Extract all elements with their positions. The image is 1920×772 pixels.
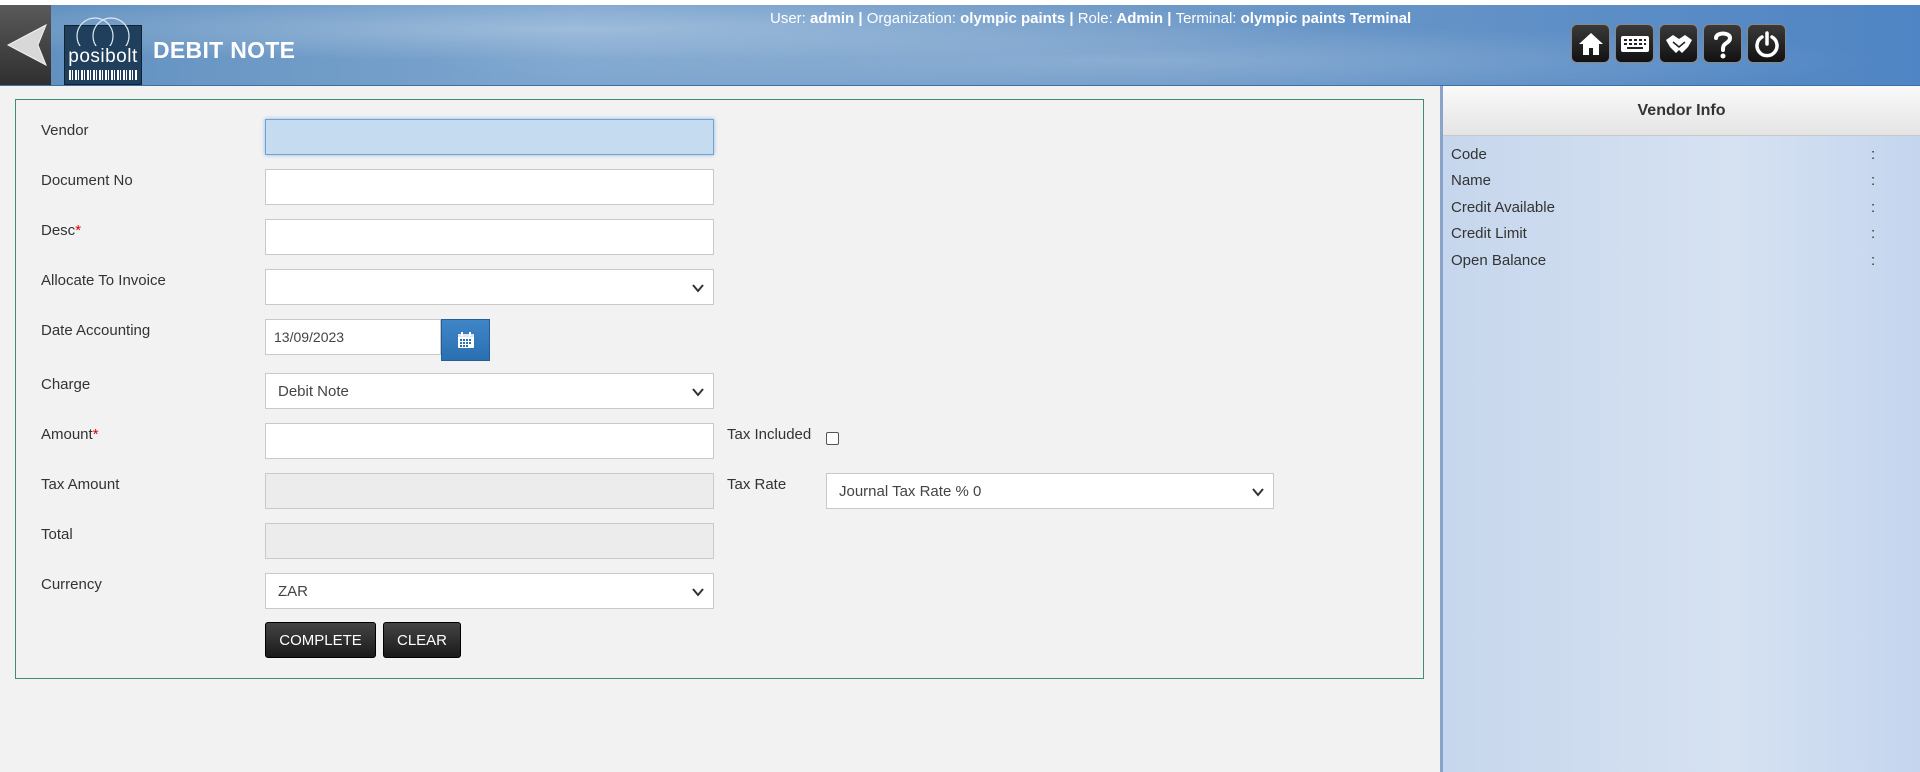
help-button[interactable]	[1703, 24, 1742, 63]
help-icon	[1713, 31, 1732, 58]
keyboard-icon	[1620, 35, 1649, 52]
separator: |	[1069, 10, 1074, 27]
logo-text: posibolt	[68, 46, 138, 67]
vendor-info-row: Credit Available :	[1451, 199, 1911, 221]
vendor-info-row: Code :	[1451, 146, 1911, 168]
vendor-info-panel: Vendor Info Code : Name : Credit Availab…	[1440, 86, 1920, 772]
vendor-info-colon: :	[1871, 146, 1876, 163]
header-toolbar	[1571, 24, 1786, 63]
total-input	[265, 523, 714, 559]
amount-label-text: Amount	[41, 426, 93, 443]
chevron-down-icon	[692, 388, 704, 397]
vendor-label: Vendor	[41, 122, 89, 139]
allocate-invoice-label: Allocate To Invoice	[41, 272, 166, 289]
calendar-button[interactable]	[441, 319, 490, 361]
handshake-icon	[1665, 34, 1692, 53]
vendor-info-label: Name	[1451, 172, 1492, 189]
currency-value: ZAR	[278, 582, 308, 600]
allocate-invoice-select[interactable]	[265, 269, 714, 305]
vendor-info-label: Credit Limit	[1451, 225, 1527, 242]
tax-amount-label: Tax Amount	[41, 476, 120, 493]
chevron-down-icon	[692, 284, 704, 293]
charge-label: Charge	[41, 376, 91, 393]
charge-select[interactable]: Debit Note	[265, 373, 714, 409]
vendor-info-colon: :	[1871, 252, 1876, 269]
currency-label: Currency	[41, 576, 102, 593]
vendor-info-label: Credit Available	[1451, 199, 1555, 216]
tax-included-label: Tax Included	[727, 426, 812, 443]
clear-button[interactable]: CLEAR	[383, 622, 461, 658]
chevron-down-icon	[692, 588, 704, 597]
debit-note-form: Vendor Document No Desc* Allocate To Inv…	[15, 99, 1424, 679]
session-info: User: admin | Organization: olympic pain…	[770, 10, 1411, 27]
terminal-value: olympic paints Terminal	[1240, 10, 1412, 27]
user-label: User:	[770, 10, 806, 27]
desc-label-text: Desc	[41, 222, 76, 239]
vendor-info-row: Open Balance :	[1451, 252, 1911, 274]
chevron-down-icon	[1252, 488, 1264, 497]
power-icon	[1754, 30, 1779, 57]
vendor-info-row: Name :	[1451, 172, 1911, 194]
total-label: Total	[41, 526, 73, 543]
desc-input[interactable]	[265, 219, 714, 255]
date-accounting-input[interactable]: 13/09/2023	[265, 319, 441, 355]
vendor-info-colon: :	[1871, 225, 1876, 242]
desc-label: Desc*	[41, 222, 81, 239]
charge-value: Debit Note	[278, 382, 349, 400]
posibolt-logo: posibolt	[64, 17, 142, 85]
vendor-input[interactable]	[265, 119, 714, 155]
tax-rate-label: Tax Rate	[727, 476, 787, 493]
tax-included-checkbox[interactable]	[826, 432, 839, 445]
vendor-info-colon: :	[1871, 199, 1876, 216]
keyboard-button[interactable]	[1615, 24, 1654, 63]
app-header: posibolt DEBIT NOTE User: admin | Organi…	[0, 5, 1920, 86]
logout-button[interactable]	[1747, 24, 1786, 63]
home-button[interactable]	[1571, 24, 1610, 63]
separator: |	[858, 10, 863, 27]
document-no-label: Document No	[41, 172, 133, 189]
terminal-label: Terminal:	[1175, 10, 1237, 27]
calendar-icon	[457, 332, 474, 348]
vendor-info-label: Code	[1451, 146, 1487, 163]
separator: |	[1167, 10, 1172, 27]
date-accounting-label: Date Accounting	[41, 322, 151, 339]
currency-select[interactable]: ZAR	[265, 573, 714, 609]
logo-circles-icon	[76, 17, 130, 46]
back-arrow-icon	[6, 23, 47, 67]
role-label: Role:	[1077, 10, 1113, 27]
required-mark: *	[75, 222, 82, 239]
vendor-info-row: Credit Limit :	[1451, 225, 1911, 247]
user-value: admin	[810, 10, 855, 27]
logo-barcode	[69, 70, 137, 80]
complete-button[interactable]: COMPLETE	[265, 622, 376, 658]
amount-input[interactable]	[265, 423, 714, 459]
tax-rate-select[interactable]: Journal Tax Rate % 0	[826, 473, 1274, 509]
required-mark: *	[92, 426, 99, 443]
org-value: olympic paints	[960, 10, 1066, 27]
vendor-info-title: Vendor Info	[1443, 86, 1920, 136]
org-label: Organization:	[866, 10, 956, 27]
home-icon	[1578, 32, 1603, 55]
vendor-info-label: Open Balance	[1451, 252, 1547, 269]
back-button[interactable]	[0, 5, 51, 85]
page-title: DEBIT NOTE	[153, 37, 296, 63]
vendor-info-colon: :	[1871, 172, 1876, 189]
support-button[interactable]	[1659, 24, 1698, 63]
amount-label: Amount*	[41, 426, 99, 443]
role-value: Admin	[1116, 10, 1164, 27]
tax-amount-input	[265, 473, 714, 509]
document-no-input[interactable]	[265, 169, 714, 205]
tax-rate-value: Journal Tax Rate % 0	[839, 482, 982, 500]
